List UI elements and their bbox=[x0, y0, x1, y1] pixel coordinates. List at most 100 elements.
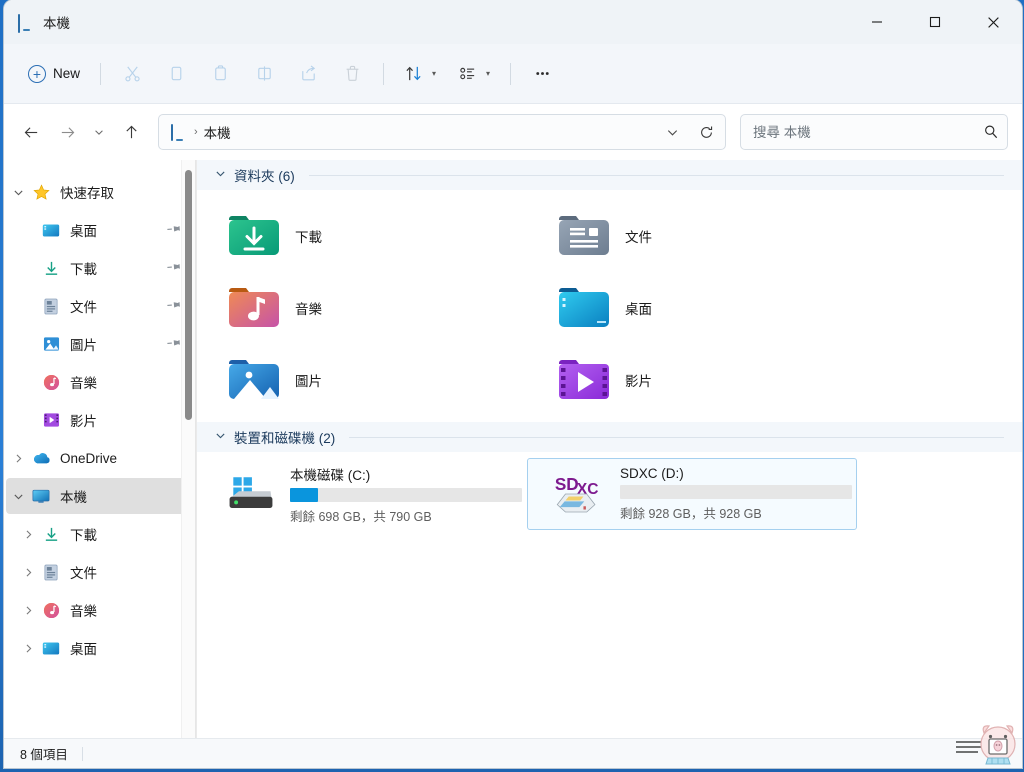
chevron-right-icon[interactable] bbox=[16, 643, 40, 654]
sidebar-item-4[interactable]: 圖片 bbox=[6, 326, 190, 362]
title-bar: 本機 bbox=[4, 0, 1022, 44]
sidebar-item-label: 影片 bbox=[70, 414, 97, 429]
drive-name: SDXC (D:) bbox=[620, 466, 684, 481]
folders-grid: 下載 文件 音樂 桌面 圖片 影片 bbox=[197, 190, 1022, 422]
sidebar-list: 快速存取 桌面 下載 文件 圖片 音樂 影片 OneDrive 本機 下載 文件 音樂 桌面 bbox=[4, 174, 196, 666]
sidebar-item-6[interactable]: 影片 bbox=[6, 402, 190, 438]
desktop-folder-icon bbox=[42, 223, 60, 238]
up-button[interactable] bbox=[114, 115, 148, 149]
chevron-down-icon[interactable] bbox=[6, 187, 30, 198]
chevron-right-icon[interactable] bbox=[16, 567, 40, 578]
sidebar-item-3[interactable]: 文件 bbox=[6, 288, 190, 324]
recent-locations-button[interactable] bbox=[86, 115, 112, 149]
monitor-icon bbox=[32, 489, 50, 504]
drive-info: 本機磁碟 (C:) 剩餘 698 GB，共 790 GB bbox=[290, 464, 522, 525]
close-button[interactable] bbox=[964, 0, 1022, 44]
sidebar-item-label: 音樂 bbox=[70, 604, 97, 619]
drive-tile[interactable]: SD XC SDXC (D:) 剩餘 928 GB，共 928 GB bbox=[527, 458, 857, 530]
folder-tile[interactable]: 圖片 bbox=[197, 344, 527, 416]
sidebar-icon-wrap bbox=[40, 412, 62, 428]
folder-tile[interactable]: 音樂 bbox=[197, 272, 527, 344]
trash-icon bbox=[346, 65, 358, 81]
minimize-button[interactable] bbox=[848, 0, 906, 44]
music-folder-icon bbox=[227, 285, 281, 331]
address-dropdown-button[interactable] bbox=[655, 115, 689, 149]
group-header-rule bbox=[308, 174, 1004, 176]
folder-tile[interactable]: 影片 bbox=[527, 344, 857, 416]
sidebar-item-label: 音樂 bbox=[70, 376, 97, 391]
search-box[interactable] bbox=[740, 114, 1008, 150]
monitor-icon bbox=[171, 124, 188, 141]
sidebar-item-label: 本機 bbox=[60, 490, 87, 505]
drives-group-header[interactable]: 裝置和磁碟機 (2) bbox=[197, 422, 1022, 452]
sidebar-scrollbar-track[interactable] bbox=[181, 160, 196, 738]
sidebar-icon-wrap bbox=[30, 451, 52, 465]
monitor-icon bbox=[18, 14, 35, 33]
cut-button[interactable] bbox=[111, 57, 153, 91]
videos-folder-icon bbox=[557, 357, 611, 403]
sidebar-item-8[interactable]: 本機 bbox=[6, 478, 190, 514]
breadcrumb[interactable]: › 本機 bbox=[171, 122, 655, 142]
chevron-right-icon[interactable] bbox=[16, 529, 40, 540]
more-options-button[interactable] bbox=[521, 57, 563, 91]
sidebar-item-7[interactable]: OneDrive bbox=[6, 440, 190, 476]
command-bar: + New ▾ ▾ bbox=[4, 44, 1022, 104]
sidebar-item-1[interactable]: 桌面 bbox=[6, 212, 190, 248]
desktop-background: 本機 + New ▾ ▾ › 本機 搜尋 本機 快速存取 桌面 下載 文件 圖片… bbox=[0, 0, 1024, 772]
sidebar-scrollbar-thumb[interactable] bbox=[185, 170, 192, 420]
delete-button[interactable] bbox=[331, 57, 373, 91]
sidebar-item-10[interactable]: 文件 bbox=[6, 554, 190, 590]
chevron-right-icon[interactable] bbox=[16, 605, 40, 616]
folder-tile[interactable]: 文件 bbox=[527, 200, 857, 272]
drive-usage-fill bbox=[290, 487, 318, 502]
forward-button[interactable] bbox=[50, 115, 84, 149]
view-list-icon bbox=[460, 67, 475, 80]
sidebar-item-5[interactable]: 音樂 bbox=[6, 364, 190, 400]
breadcrumb-path[interactable]: 本機 bbox=[204, 122, 231, 142]
documents-icon bbox=[43, 564, 59, 581]
folder-tile[interactable]: 下載 bbox=[197, 200, 527, 272]
status-item-count: 8 個項目 bbox=[20, 748, 68, 762]
search-icon bbox=[985, 125, 998, 139]
share-button[interactable] bbox=[287, 57, 329, 91]
sidebar-item-2[interactable]: 下載 bbox=[6, 250, 190, 286]
sidebar-item-label: 桌面 bbox=[70, 642, 97, 657]
sidebar-item-12[interactable]: 桌面 bbox=[6, 630, 190, 666]
chevron-down-icon: ▾ bbox=[486, 69, 491, 78]
address-bar[interactable]: › 本機 bbox=[158, 114, 726, 150]
search-input[interactable] bbox=[753, 124, 983, 140]
plus-icon: + bbox=[28, 64, 46, 83]
folders-group-header[interactable]: 資料夾 (6) bbox=[197, 160, 1022, 190]
refresh-button[interactable] bbox=[689, 115, 723, 149]
sidebar-item-0[interactable]: 快速存取 bbox=[6, 174, 190, 210]
documents-folder-icon bbox=[557, 213, 611, 259]
pictures-folder-icon bbox=[227, 357, 281, 403]
folder-tile[interactable]: 桌面 bbox=[527, 272, 857, 344]
paste-button[interactable] bbox=[199, 57, 241, 91]
new-button[interactable]: + New bbox=[18, 57, 90, 91]
drive-tile[interactable]: 本機磁碟 (C:) 剩餘 698 GB，共 790 GB bbox=[197, 458, 527, 530]
copy-button[interactable] bbox=[155, 57, 197, 91]
sort-arrows-icon bbox=[406, 66, 421, 81]
sort-button[interactable]: ▾ bbox=[394, 57, 446, 91]
chevron-down-icon[interactable] bbox=[215, 168, 226, 182]
sidebar-icon-wrap bbox=[40, 526, 62, 543]
scissors-icon bbox=[124, 66, 140, 82]
content-pane: 資料夾 (6) 下載 文件 音樂 桌面 圖片 影片 裝置和磁碟機 (2) 本機磁碟 (C:… bbox=[196, 160, 1022, 738]
sidebar-item-label: 圖片 bbox=[70, 338, 97, 353]
rename-button[interactable] bbox=[243, 57, 285, 91]
status-divider bbox=[81, 746, 83, 761]
back-button[interactable] bbox=[14, 115, 48, 149]
chevron-down-icon[interactable] bbox=[215, 430, 226, 444]
sidebar-item-9[interactable]: 下載 bbox=[6, 516, 190, 552]
chevron-right-icon[interactable] bbox=[6, 453, 30, 464]
sidebar-icon-wrap bbox=[40, 641, 62, 656]
drives-grid: 本機磁碟 (C:) 剩餘 698 GB，共 790 GB SD XC SDXC (D:)… bbox=[197, 452, 1022, 540]
sidebar-item-label: OneDrive bbox=[60, 450, 118, 466]
sidebar-item-11[interactable]: 音樂 bbox=[6, 592, 190, 628]
rename-icon bbox=[257, 66, 271, 81]
chevron-down-icon[interactable] bbox=[6, 491, 30, 502]
maximize-button[interactable] bbox=[906, 0, 964, 44]
view-button[interactable]: ▾ bbox=[448, 57, 500, 91]
file-explorer-window: 本機 + New ▾ ▾ › 本機 搜尋 本機 快速存取 桌面 下載 文件 圖片… bbox=[4, 0, 1022, 768]
